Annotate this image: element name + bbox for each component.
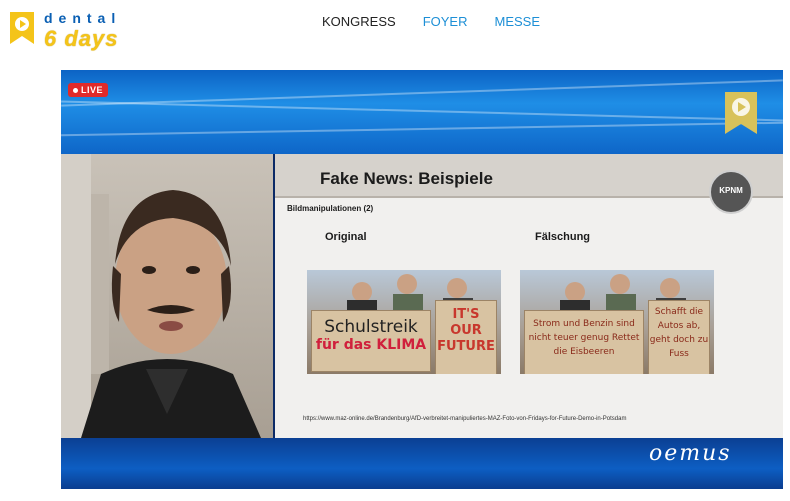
sign-our-future: IT'S OUR FUTURE	[435, 300, 497, 374]
nav-item-messe[interactable]: MESSE	[494, 14, 540, 29]
nav-item-foyer[interactable]: FOYER	[423, 14, 468, 29]
kpnm-logo: KPNM	[709, 170, 753, 214]
kpnm-logo-text: KPNM	[719, 186, 743, 195]
speaker-webcam	[61, 154, 273, 438]
sign-schulstreik: Schulstreik für das KLIMA	[311, 310, 431, 372]
sign-text-strom-benzin: Strom und Benzin sind nicht teuer genug …	[528, 319, 640, 357]
slide-title: Fake News: Beispiele	[320, 169, 493, 188]
slide-subtitle: Bildmanipulationen (2)	[287, 204, 374, 213]
sign-strom-benzin: Strom und Benzin sind nicht teuer genug …	[524, 310, 644, 374]
sign-text-schulstreik: Schulstreik	[324, 317, 418, 337]
main-nav: KONGRESS FOYER MESSE	[322, 14, 540, 29]
sign-autos-ab: Schafft die Autos ab, geht doch zu Fuss	[648, 300, 710, 374]
video-player[interactable]: LIVE Fake News: Beispiele KPNM Bildmanip…	[61, 70, 783, 489]
logo-text-6-days: 6 days	[44, 26, 119, 51]
logo-text-dental: dental	[44, 10, 122, 26]
sign-text-klima: für das KLIMA	[315, 337, 427, 353]
oemus-watermark: oemus	[649, 441, 732, 466]
nav-item-kongress[interactable]: KONGRESS	[322, 14, 396, 29]
photo-fake: Strom und Benzin sind nicht teuer genug …	[520, 270, 714, 374]
photo-original: Schulstreik für das KLIMA IT'S OUR FUTUR…	[307, 270, 501, 374]
video-banner-top	[61, 70, 783, 154]
label-fake: Fälschung	[535, 231, 591, 243]
slide-header: Fake News: Beispiele	[275, 154, 783, 198]
source-url: https://www.maz-online.de/Brandenburg/Af…	[303, 416, 627, 422]
presentation-slide: Fake News: Beispiele KPNM Bildmanipulati…	[275, 154, 783, 438]
live-badge: LIVE	[68, 83, 109, 97]
label-original: Original	[325, 231, 367, 243]
play-ribbon-icon	[10, 12, 34, 44]
play-ribbon-icon	[725, 92, 757, 134]
sign-text-our-future: IT'S OUR FUTURE	[437, 307, 495, 354]
speaker-figure	[61, 154, 261, 438]
live-label: LIVE	[81, 85, 104, 95]
dental-6-days-logo[interactable]: dental 6 days	[8, 8, 138, 51]
sign-text-autos-ab: Schafft die Autos ab, geht doch zu Fuss	[649, 307, 709, 359]
live-dot-icon	[73, 88, 78, 94]
